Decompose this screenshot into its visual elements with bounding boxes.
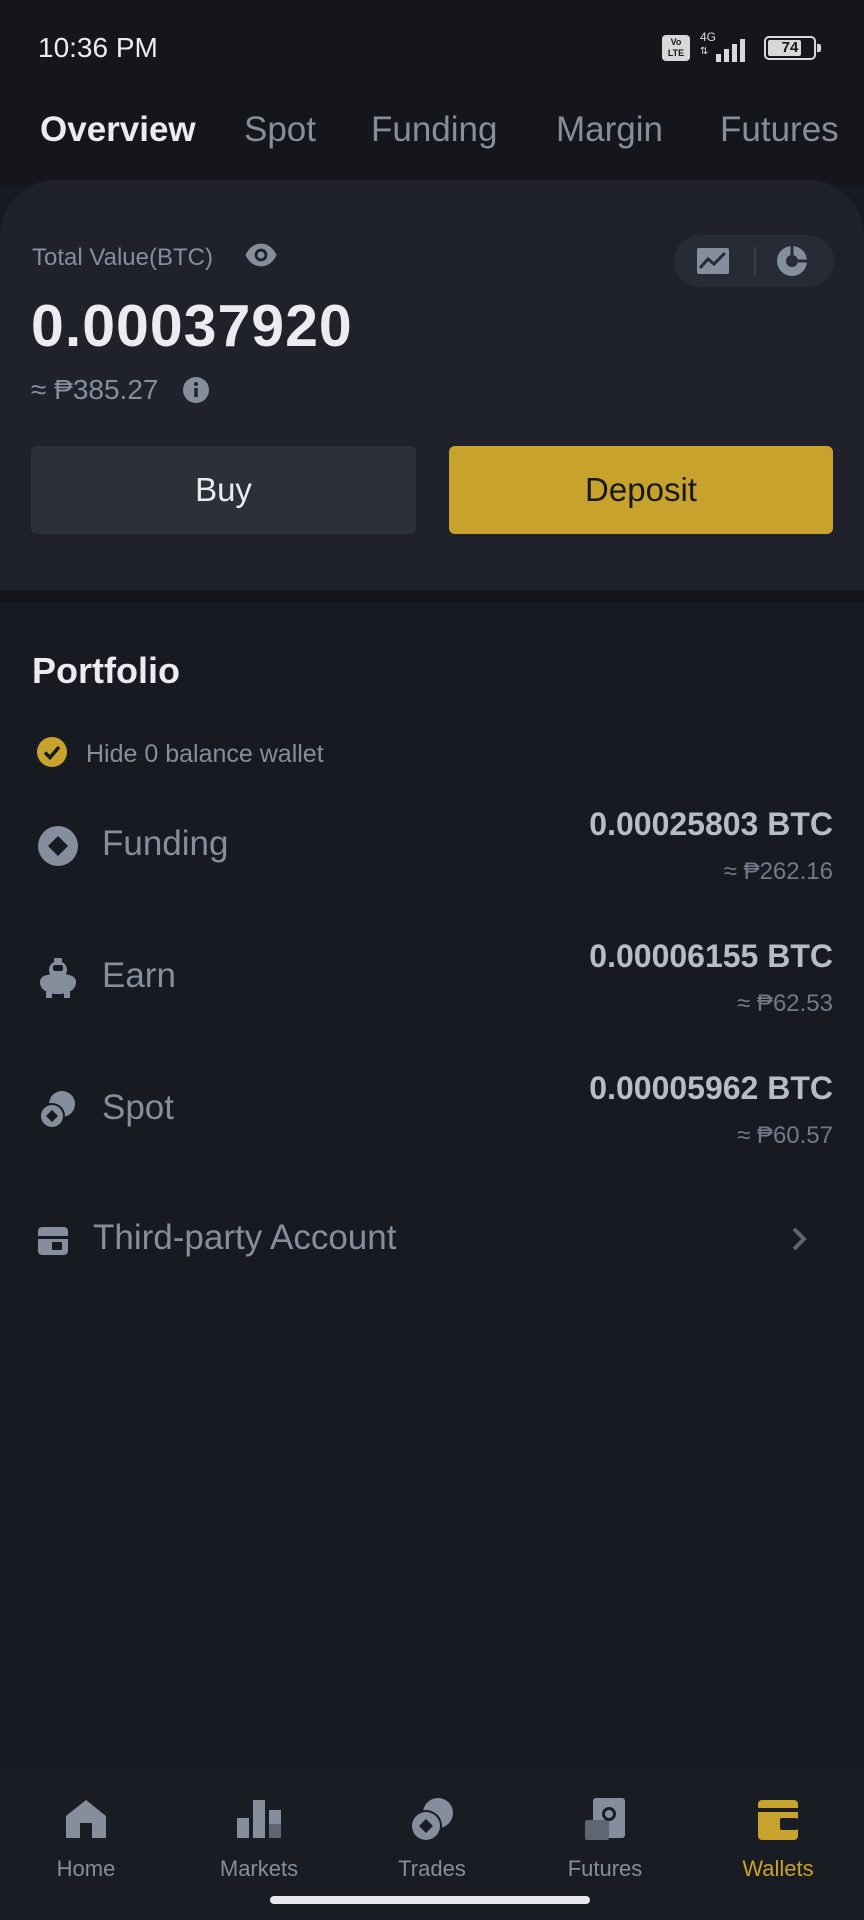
nav-label: Home bbox=[56, 1856, 116, 1881]
signal-icon: 4G ⇅ bbox=[700, 30, 754, 62]
account-fiat-amount: ≈ ₱60.57 bbox=[737, 1122, 833, 1149]
account-fiat-amount: ≈ ₱262.16 bbox=[723, 858, 833, 885]
nav-markets[interactable]: Markets bbox=[189, 1770, 329, 1881]
buy-button[interactable]: Buy bbox=[31, 446, 416, 534]
tab-overview[interactable]: Overview bbox=[40, 110, 196, 150]
portfolio-title: Portfolio bbox=[32, 650, 180, 691]
pie-chart-icon[interactable] bbox=[776, 245, 808, 277]
signal-bars bbox=[716, 39, 745, 62]
total-value-card: Total Value(BTC) 0.00037920 ≈ ₱385.27 Bu… bbox=[0, 180, 864, 590]
wallet-tabs: Overview Spot Funding Margin Futures bbox=[0, 96, 864, 186]
line-chart-icon[interactable] bbox=[696, 247, 730, 275]
deposit-button[interactable]: Deposit bbox=[449, 446, 833, 534]
data-arrows-icon: ⇅ bbox=[700, 46, 709, 57]
account-row-funding[interactable]: Funding 0.00025803 BTC ≈ ₱262.16 bbox=[0, 806, 864, 934]
chart-view-toggle[interactable] bbox=[674, 235, 834, 287]
nav-label: Trades bbox=[398, 1856, 466, 1881]
status-bar: 10:36 PM Vo LTE 4G ⇅ 74 bbox=[0, 0, 864, 96]
battery-level: 74 bbox=[781, 39, 799, 56]
account-fiat-amount: ≈ ₱62.53 bbox=[737, 990, 833, 1017]
wallet-overview-screen: 10:36 PM Vo LTE 4G ⇅ 74 Overview Spot Fu… bbox=[0, 0, 864, 1920]
network-type: 4G bbox=[700, 30, 717, 44]
nav-label: Wallets bbox=[742, 1856, 814, 1881]
markets-icon bbox=[237, 1800, 281, 1838]
tab-margin[interactable]: Margin bbox=[556, 110, 663, 150]
section-divider bbox=[0, 590, 864, 602]
toggle-separator bbox=[754, 247, 756, 275]
account-label: Earn bbox=[102, 956, 176, 995]
status-time: 10:36 PM bbox=[38, 32, 158, 63]
total-fiat-value: ≈ ₱385.27 bbox=[31, 374, 159, 405]
tab-futures[interactable]: Futures bbox=[720, 110, 839, 150]
home-indicator[interactable] bbox=[270, 1896, 590, 1904]
total-value-label: Total Value(BTC) bbox=[32, 244, 213, 271]
home-icon bbox=[66, 1800, 106, 1838]
account-row-spot[interactable]: Spot 0.00005962 BTC ≈ ₱60.57 bbox=[0, 1070, 864, 1198]
tab-spot[interactable]: Spot bbox=[244, 110, 316, 150]
nav-home[interactable]: Home bbox=[16, 1770, 156, 1881]
volte-icon: Vo LTE bbox=[662, 35, 690, 61]
nav-wallets[interactable]: Wallets bbox=[708, 1770, 848, 1881]
wallet-card-icon bbox=[38, 1227, 68, 1255]
wallets-icon bbox=[758, 1800, 798, 1840]
account-label: Spot bbox=[102, 1088, 174, 1127]
spot-icon bbox=[39, 1091, 75, 1129]
total-btc-value: 0.00037920 bbox=[31, 293, 353, 359]
account-btc-amount: 0.00006155 BTC bbox=[589, 938, 833, 974]
nav-label: Futures bbox=[567, 1856, 643, 1881]
hide-zero-balance-label[interactable]: Hide 0 balance wallet bbox=[86, 740, 324, 769]
status-indicators: Vo LTE 4G ⇅ 74 bbox=[662, 30, 821, 62]
account-btc-amount: 0.00005962 BTC bbox=[589, 1070, 833, 1106]
nav-futures[interactable]: Futures bbox=[535, 1770, 675, 1881]
check-icon[interactable] bbox=[36, 736, 68, 768]
futures-icon bbox=[585, 1798, 625, 1840]
account-btc-amount: 0.00025803 BTC bbox=[589, 806, 833, 842]
info-icon[interactable] bbox=[182, 376, 210, 404]
account-label: Funding bbox=[102, 824, 229, 863]
tab-funding[interactable]: Funding bbox=[371, 110, 497, 150]
chevron-right-icon bbox=[792, 1227, 807, 1251]
nav-trades[interactable]: Trades bbox=[362, 1770, 502, 1881]
third-party-account-row[interactable]: Third-party Account bbox=[0, 1218, 864, 1268]
nav-label: Markets bbox=[219, 1856, 299, 1881]
third-party-account-label: Third-party Account bbox=[93, 1218, 397, 1257]
earn-icon bbox=[40, 958, 76, 998]
eye-icon[interactable] bbox=[244, 238, 278, 272]
account-row-earn[interactable]: Earn 0.00006155 BTC ≈ ₱62.53 bbox=[0, 938, 864, 1066]
trades-icon bbox=[410, 1798, 453, 1842]
funding-icon bbox=[38, 826, 78, 866]
battery-icon: 74 bbox=[764, 36, 821, 60]
